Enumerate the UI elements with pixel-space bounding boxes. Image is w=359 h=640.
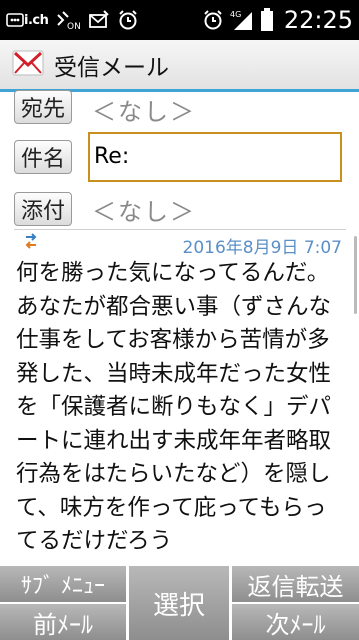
message-body: 何を勝った気になってるんだ。 あなたが都合悪い事（ずさんな仕事をしてお客様から苦…: [16, 257, 342, 565]
message-date: 2016年8月9日 7:07: [182, 238, 342, 258]
send-receive-arrows-icon: [24, 232, 38, 254]
alarm-clock-icon: [202, 9, 224, 31]
mail-notify-icon: [88, 9, 110, 31]
next-mail-button[interactable]: 次ﾒｰﾙ: [232, 604, 359, 640]
clock-time: 22:25: [283, 6, 353, 34]
reply-forward-button[interactable]: 返信転送: [232, 566, 359, 602]
svg-text:4G: 4G: [230, 10, 241, 19]
alarm-clock-icon: [117, 9, 139, 31]
to-label-button[interactable]: 宛先: [14, 90, 72, 124]
softkey-bar: ｻﾌﾞ ﾒﾆｭｰ 前ﾒｰﾙ 選択 返信転送 次ﾒｰﾙ: [0, 566, 359, 640]
svg-text:ON: ON: [67, 22, 81, 31]
carrier-icon-text: i.ch: [24, 12, 49, 28]
message-paragraph: あなたが都合悪い事（ずさんな仕事をしてお客様から苦情が多発した、当時未成年だった…: [16, 293, 332, 555]
title-bar: 受信メール: [0, 40, 359, 92]
header-divider: [14, 229, 346, 230]
scrollbar[interactable]: [354, 236, 357, 314]
attachment-value: ＜なし＞: [92, 198, 196, 226]
subject-label-button[interactable]: 件名: [14, 140, 72, 174]
subject-field[interactable]: Re:: [88, 132, 342, 182]
page-title: 受信メール: [54, 54, 169, 81]
status-bar: i.ch ON 4G 22:25: [0, 0, 359, 40]
signal-4g-icon: 4G: [230, 9, 254, 31]
previous-mail-button[interactable]: 前ﾒｰﾙ: [0, 604, 126, 640]
ichannel-icon: i.ch: [6, 9, 49, 31]
attachment-label-button[interactable]: 添付: [14, 192, 72, 226]
message-paragraph: 何を勝った気になってるんだ。: [16, 260, 330, 286]
alarm-on-icon: ON: [55, 9, 81, 31]
select-button[interactable]: 選択: [129, 566, 229, 640]
to-value: ＜なし＞: [92, 98, 196, 126]
battery-icon: [260, 8, 274, 31]
submenu-button[interactable]: ｻﾌﾞ ﾒﾆｭｰ: [0, 566, 126, 602]
mail-icon: [12, 49, 44, 81]
